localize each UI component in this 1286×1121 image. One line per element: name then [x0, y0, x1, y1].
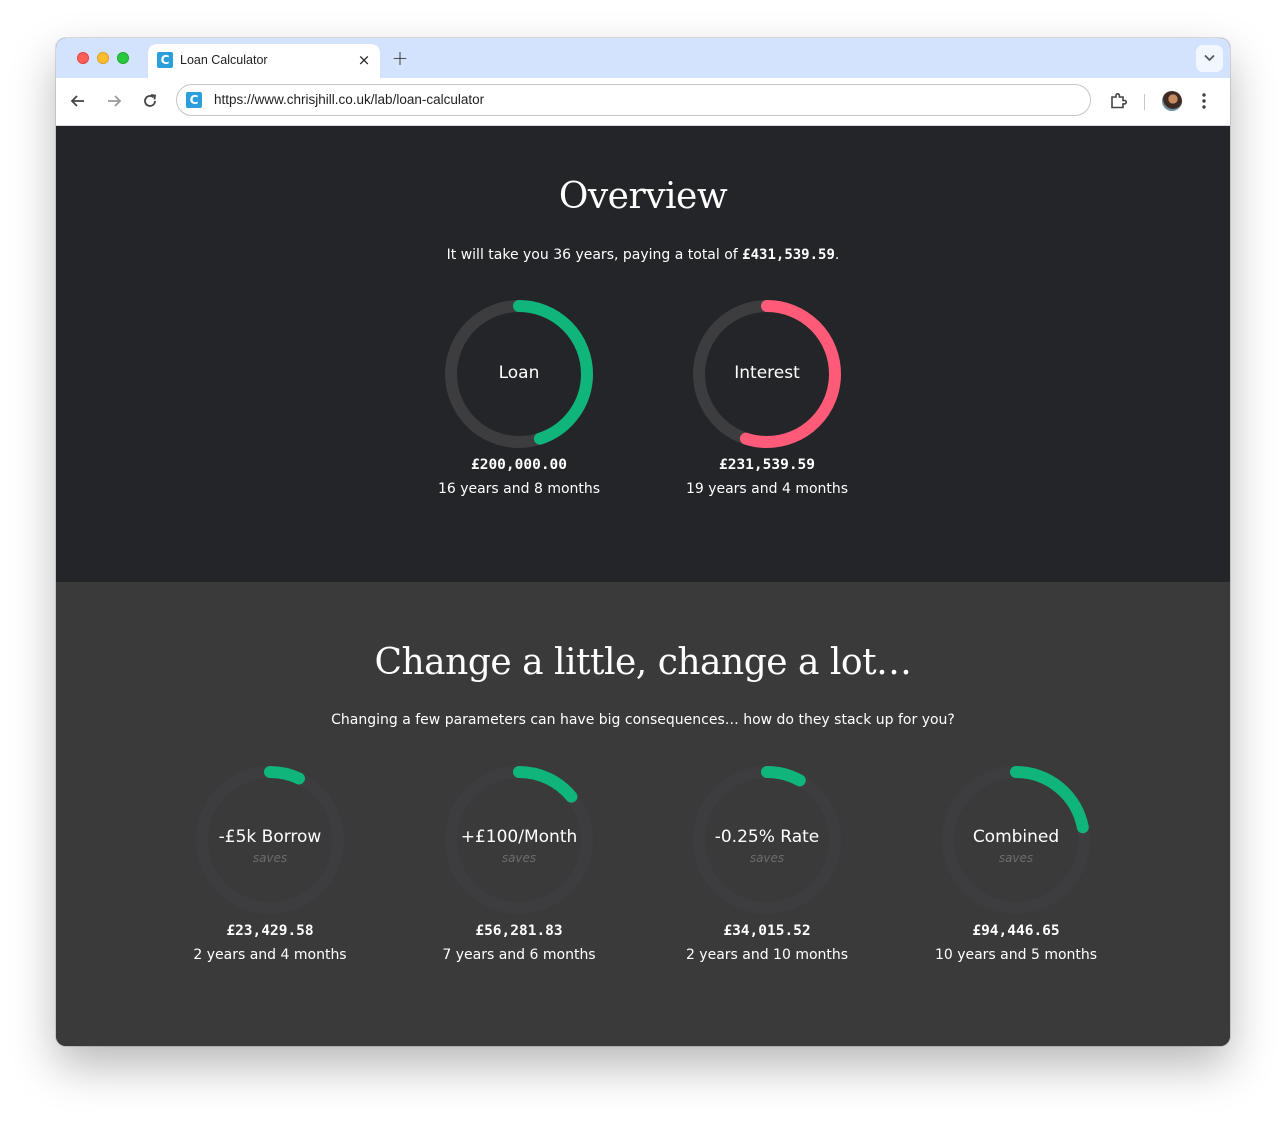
back-icon[interactable] — [68, 91, 88, 111]
overview-summary: It will take you 36 years, paying a tota… — [56, 247, 1230, 263]
tab-loan-calculator[interactable]: C Loan Calculator × — [148, 44, 380, 78]
ring-label: Loan — [498, 363, 540, 383]
browser-toolbar: C https://www.chrisjhill.co.uk/lab/loan-… — [56, 78, 1230, 126]
ring-sub-label: saves — [501, 851, 537, 865]
more-menu-icon[interactable] — [1202, 92, 1206, 110]
ring-time: 16 years and 8 months — [437, 481, 601, 497]
window-controls — [77, 52, 129, 64]
ring-100-month: +£100/Month saves £56,281.83 7 years and 6 … — [442, 765, 596, 963]
ring-time: 2 years and 10 months — [685, 947, 849, 963]
url-text[interactable]: https://www.chrisjhill.co.uk/lab/loan-ca… — [214, 92, 484, 107]
reload-icon[interactable] — [140, 91, 160, 111]
browser-window: C Loan Calculator × + C https://www.chri… — [56, 38, 1230, 1046]
ring-sub-label: saves — [998, 851, 1034, 865]
tab-title: Loan Calculator — [180, 53, 268, 67]
ring-amount: £23,429.58 — [226, 923, 314, 939]
ring-time: 7 years and 6 months — [442, 947, 596, 963]
ring-interest: Interest £231,539.59 19 years and 4 months — [686, 299, 848, 497]
ring-label: Combined — [972, 827, 1060, 847]
extensions-puzzle-icon[interactable] — [1109, 91, 1129, 111]
close-window-button[interactable] — [77, 52, 89, 64]
change-subtitle: Changing a few parameters can have big c… — [331, 712, 955, 728]
change-section: Change a little, change a lot… Changing … — [56, 582, 1230, 1046]
summary-total: £431,539.59 — [742, 247, 835, 263]
ring-0-25-rate: -0.25% Rate saves £34,015.52 2 years and 10… — [686, 765, 848, 963]
overview-section: Overview It will take you 36 years, payi… — [56, 126, 1230, 582]
ring-label: +£100/Month — [460, 827, 578, 847]
ring-time: 19 years and 4 months — [685, 481, 849, 497]
ring-amount: £231,539.59 — [718, 457, 816, 473]
ring-label: -£5k Borrow — [218, 827, 322, 847]
page-content: Overview It will take you 36 years, payi… — [56, 126, 1230, 1046]
ring-label: Interest — [734, 363, 800, 383]
ring-sub-label: saves — [749, 851, 785, 865]
summary-prefix: It will take you 36 years, paying a tota… — [446, 247, 743, 263]
tab-strip: C Loan Calculator × + — [56, 38, 1230, 78]
new-tab-button[interactable]: + — [390, 47, 410, 69]
site-favicon-icon: C — [157, 52, 173, 68]
zoom-window-button[interactable] — [117, 52, 129, 64]
close-tab-icon[interactable]: × — [354, 50, 374, 70]
ring-sub-label: saves — [252, 851, 288, 865]
ring-label: -0.25% Rate — [714, 827, 820, 847]
overview-title: Overview — [558, 176, 728, 217]
forward-icon[interactable] — [104, 91, 124, 111]
ring-amount: £94,446.65 — [972, 923, 1060, 939]
ring-loan: Loan £200,000.00 16 years and 8 months — [438, 299, 600, 497]
ring-time: 10 years and 5 months — [934, 947, 1098, 963]
minimize-window-button[interactable] — [97, 52, 109, 64]
toolbar-divider — [1144, 94, 1145, 110]
ring-amount: £56,281.83 — [475, 923, 563, 939]
address-bar[interactable]: C https://www.chrisjhill.co.uk/lab/loan-… — [176, 84, 1091, 116]
site-favicon-icon: C — [186, 92, 202, 108]
tab-search-button[interactable] — [1196, 45, 1223, 72]
change-title: Change a little, change a lot… — [374, 642, 912, 683]
summary-suffix: . — [834, 247, 840, 263]
ring-amount: £200,000.00 — [470, 457, 568, 473]
profile-avatar[interactable] — [1162, 91, 1182, 111]
ring-time: 2 years and 4 months — [193, 947, 347, 963]
ring-combined: Combined saves £94,446.65 10 years and 5 mo… — [935, 765, 1097, 963]
ring-amount: £34,015.52 — [723, 923, 811, 939]
ring-5k-borrow: -£5k Borrow saves £23,429.58 2 years and 4 … — [193, 765, 347, 963]
chevron-down-icon — [1204, 54, 1215, 62]
